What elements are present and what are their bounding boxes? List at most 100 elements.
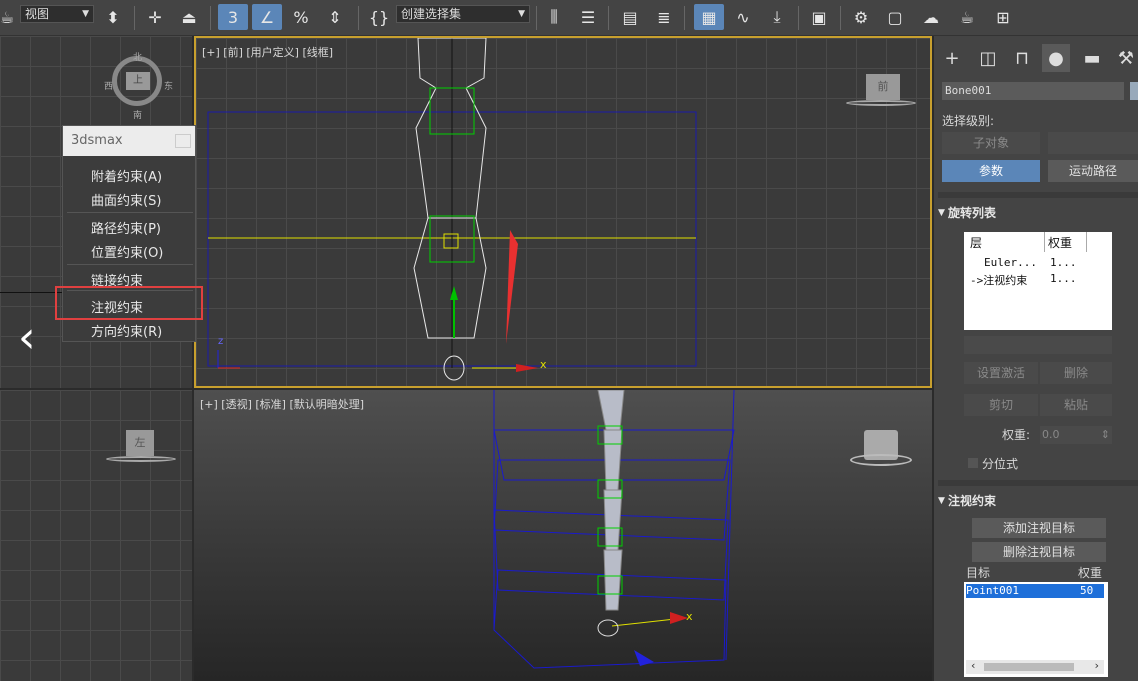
- bone-chain-persp: [597, 390, 625, 611]
- motion-paths-button[interactable]: 运动路径: [1048, 160, 1138, 182]
- snap-3-icon[interactable]: 3: [218, 4, 248, 30]
- scroll-right-icon[interactable]: ›: [1093, 659, 1100, 672]
- separator: [684, 6, 685, 30]
- compass-west: 西: [104, 82, 114, 92]
- weight-spinner[interactable]: 0.0 ⇕: [1040, 426, 1112, 444]
- set-active-button[interactable]: 设置激活: [964, 362, 1038, 384]
- menu-item-surface[interactable]: 曲面约束(S): [91, 190, 161, 209]
- separator: [536, 6, 537, 30]
- add-lookat-target-button[interactable]: 添加注视目标: [972, 518, 1106, 538]
- red-arrow-annotation: [506, 230, 518, 344]
- gizmo-x-label: x: [540, 358, 547, 371]
- mirror-icon[interactable]: ⫼: [540, 4, 568, 30]
- axis-order-checkbox[interactable]: [968, 458, 978, 468]
- hierarchy-tab-icon[interactable]: ⊓: [1008, 44, 1036, 72]
- modify-tab-icon[interactable]: ◫: [974, 44, 1002, 72]
- selection-set-label: 创建选择集: [401, 7, 462, 21]
- sub-object-button[interactable]: 子对象: [942, 132, 1040, 154]
- viewport-grid: [0, 390, 192, 681]
- layers-icon[interactable]: ≣: [650, 4, 678, 30]
- col-divider: [1044, 232, 1045, 252]
- layer-explorer-icon[interactable]: ▤: [616, 4, 644, 30]
- list-item[interactable]: Point001: [966, 584, 1019, 597]
- viewcube-ring[interactable]: [106, 456, 176, 462]
- viewport-left[interactable]: 左: [0, 390, 192, 681]
- remove-lookat-target-button[interactable]: 删除注视目标: [972, 542, 1106, 562]
- list-item[interactable]: ->注视约束: [970, 272, 1027, 288]
- cut-button[interactable]: 剪切: [964, 394, 1038, 416]
- scrollbar-thumb[interactable]: [984, 663, 1074, 671]
- utilities-tab-icon[interactable]: ⚒: [1112, 44, 1138, 72]
- main-toolbar: ☕ 视图 ▼ ⬍ ✛ ⏏ 3 ∠ % ⇕ {} 创建选择集 ▼ ⫼ ☰ ▤ ≣ …: [0, 0, 1138, 36]
- viewport-layout-icon[interactable]: ⊞: [988, 4, 1018, 30]
- render-production-icon[interactable]: ☁: [916, 4, 946, 30]
- parameters-button[interactable]: 参数: [942, 160, 1040, 182]
- create-tab-icon[interactable]: +: [938, 44, 966, 72]
- divider: [938, 192, 1138, 198]
- object-color-swatch[interactable]: [1130, 82, 1138, 100]
- motion-tab-icon[interactable]: ●: [1042, 44, 1070, 72]
- pivot-icon[interactable]: ⬍: [98, 4, 128, 30]
- compass-east: 东: [164, 82, 174, 92]
- layer-name-field[interactable]: [964, 336, 1112, 354]
- axis-line: [0, 292, 62, 293]
- viewcube-ring[interactable]: [846, 100, 916, 106]
- rotation-list-box[interactable]: 层 权重 Euler... 1... ->注视约束 1...: [964, 232, 1112, 330]
- viewcube-front-face[interactable]: 前: [866, 74, 900, 100]
- separator: [840, 6, 841, 30]
- angle-snap-icon[interactable]: ∠: [252, 4, 282, 30]
- paste-button[interactable]: 粘贴: [1040, 394, 1112, 416]
- menu-item-position[interactable]: 位置约束(O): [91, 242, 163, 261]
- viewcube-left-face[interactable]: 左: [126, 430, 154, 456]
- horizontal-scrollbar[interactable]: ‹ ›: [966, 659, 1104, 674]
- perspective-scene: [493, 390, 735, 669]
- curve-editor-icon[interactable]: ∿: [728, 4, 758, 30]
- reference-coordinate-dropdown[interactable]: 视图 ▼: [20, 5, 94, 23]
- lookat-rollout-header[interactable]: ▼ 注视约束: [938, 490, 1138, 512]
- menu-item-path[interactable]: 路径约束(P): [91, 218, 161, 237]
- viewport-perspective[interactable]: [+] [透视] [标准] [默认明暗处理] x: [194, 390, 932, 681]
- collapse-triangle-icon: ▼: [938, 208, 945, 218]
- gizmo-y-head: [450, 286, 458, 300]
- spinner-snap-icon[interactable]: ⇕: [320, 4, 350, 30]
- teapot-icon[interactable]: ☕: [0, 4, 14, 30]
- chevron-down-icon: ▼: [82, 9, 89, 19]
- scroll-left-icon[interactable]: ‹: [970, 659, 977, 672]
- prev-arrow-icon[interactable]: ‹: [18, 312, 36, 363]
- rendered-frame-icon[interactable]: ▢: [880, 4, 910, 30]
- compass-north: 北: [133, 53, 143, 63]
- viewcube-top-face[interactable]: 上: [126, 72, 150, 90]
- viewcube-ring[interactable]: [850, 454, 912, 466]
- command-panel-tabs: + ◫ ⊓ ● ▬ ⚒: [934, 36, 1138, 82]
- named-selection-dropdown[interactable]: 创建选择集 ▼: [396, 5, 530, 23]
- toggle-ribbon-icon[interactable]: ▦: [694, 4, 724, 30]
- collapse-triangle-icon: ▼: [938, 496, 945, 506]
- target-column-label: 目标: [966, 566, 991, 580]
- close-icon[interactable]: [175, 134, 191, 148]
- display-tab-icon[interactable]: ▬: [1078, 44, 1106, 72]
- align-icon[interactable]: ☰: [574, 4, 602, 30]
- move-icon[interactable]: ✛: [142, 4, 168, 30]
- sub-object-dropdown[interactable]: [1048, 132, 1138, 154]
- list-item-weight: 50: [1080, 584, 1094, 597]
- material-editor-icon[interactable]: ▣: [804, 4, 834, 30]
- menu-item-orientation[interactable]: 方向约束(R): [91, 321, 162, 340]
- object-name-field[interactable]: Bone001: [942, 82, 1124, 100]
- menu-item-attachment[interactable]: 附着约束(A): [91, 166, 162, 185]
- selection-level-label: 选择级别:: [942, 114, 995, 128]
- render-cloud-icon[interactable]: ☕: [952, 4, 982, 30]
- render-setup-icon[interactable]: ⚙: [846, 4, 876, 30]
- viewport-front[interactable]: [+] [前] [用户定义] [线框] x z 前: [194, 36, 932, 388]
- spinner-arrows-icon[interactable]: ⇕: [1101, 426, 1110, 444]
- rotation-list-rollout-header[interactable]: ▼ 旋转列表: [938, 202, 1138, 224]
- named-selection-icon[interactable]: {}: [366, 4, 392, 30]
- dope-sheet-icon[interactable]: ⤓: [762, 4, 792, 30]
- select-manipulate-icon[interactable]: ⏏: [176, 4, 202, 30]
- list-item[interactable]: Euler...: [984, 256, 1037, 269]
- list-item-weight: 1...: [1050, 256, 1077, 269]
- lookat-target-list[interactable]: Point001 50 ‹ ›: [964, 582, 1108, 677]
- percent-snap-icon[interactable]: %: [288, 4, 314, 30]
- col-divider: [1086, 232, 1087, 252]
- lookat-title: 注视约束: [948, 494, 997, 508]
- delete-button[interactable]: 删除: [1040, 362, 1112, 384]
